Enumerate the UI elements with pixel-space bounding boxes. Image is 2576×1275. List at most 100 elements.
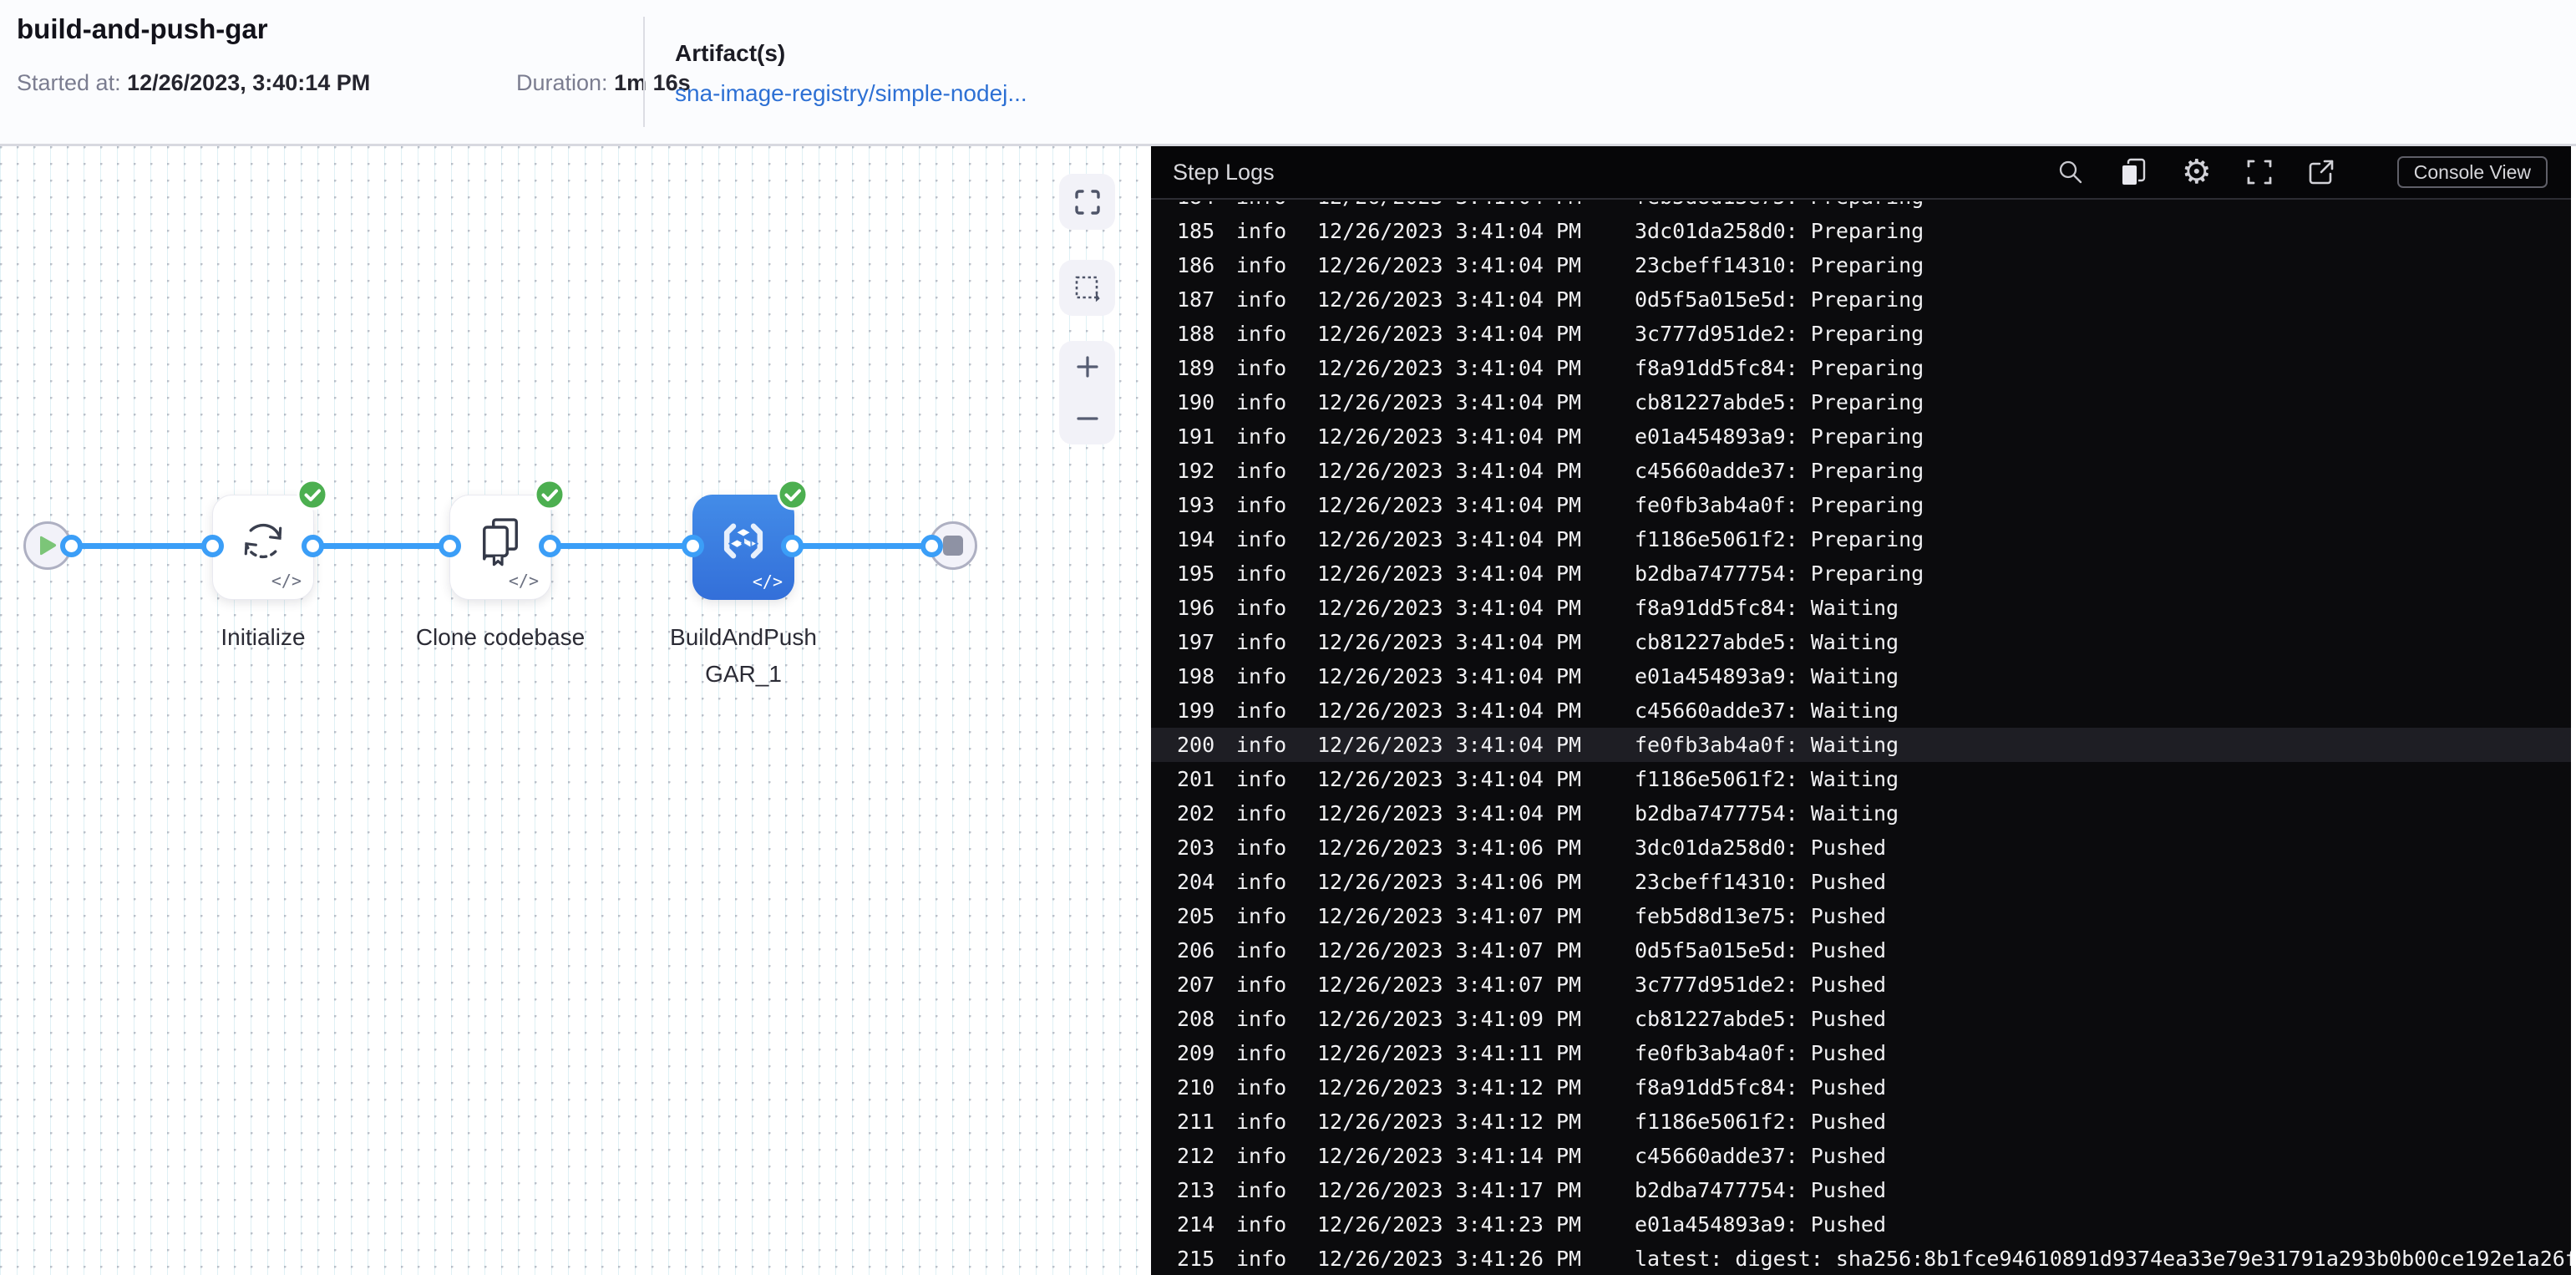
log-row[interactable]: 192 info 12/26/2023 3:41:04 PM c45660add… [1151, 454, 2571, 488]
console-view-button[interactable]: Console View [2396, 156, 2548, 188]
log-row[interactable]: 201 info 12/26/2023 3:41:04 PM f1186e506… [1151, 762, 2571, 796]
log-row[interactable]: 188 info 12/26/2023 3:41:04 PM 3c777d951… [1151, 317, 2571, 351]
log-timestamp: 12/26/2023 3:41:17 PM [1317, 1178, 1582, 1202]
log-message: f1186e5061f2: Waiting [1635, 767, 1899, 791]
log-line-number: 208 [1177, 1007, 1215, 1031]
step-node-build-and-push-gar[interactable]: </> [692, 495, 794, 600]
log-line-number: 214 [1177, 1212, 1215, 1237]
log-message: feb5d8d13e75: Preparing [1635, 201, 1924, 214]
log-row[interactable]: 214 info 12/26/2023 3:41:23 PM e01a45489… [1151, 1207, 2571, 1242]
log-row[interactable]: 204 info 12/26/2023 3:41:06 PM 23cbeff14… [1151, 865, 2571, 899]
log-row[interactable]: 215 info 12/26/2023 3:41:26 PM latest: d… [1151, 1242, 2571, 1275]
log-row[interactable]: 209 info 12/26/2023 3:41:11 PM fe0fb3ab4… [1151, 1036, 2571, 1070]
log-level: info [1236, 904, 1287, 928]
log-level: info [1236, 1041, 1287, 1065]
log-level: info [1236, 801, 1287, 825]
log-row[interactable]: 208 info 12/26/2023 3:41:09 PM cb81227ab… [1151, 1002, 2571, 1036]
settings-icon[interactable]: ⚙ [2182, 155, 2212, 189]
log-level: info [1236, 1247, 1287, 1271]
log-row[interactable]: 186 info 12/26/2023 3:41:04 PM 23cbeff14… [1151, 248, 2571, 282]
duration: Duration: 1m 16s [516, 70, 691, 96]
fit-to-screen-button[interactable] [1059, 174, 1115, 230]
log-level: info [1236, 938, 1287, 963]
log-row[interactable]: 187 info 12/26/2023 3:41:04 PM 0d5f5a015… [1151, 282, 2571, 317]
log-message: c45660adde37: Pushed [1635, 1144, 1887, 1168]
log-row[interactable]: 191 info 12/26/2023 3:41:04 PM e01a45489… [1151, 419, 2571, 454]
console-title: Step Logs [1173, 159, 1275, 185]
log-timestamp: 12/26/2023 3:41:04 PM [1317, 698, 1582, 723]
log-row[interactable]: 207 info 12/26/2023 3:41:07 PM 3c777d951… [1151, 968, 2571, 1002]
log-row[interactable]: 199 info 12/26/2023 3:41:04 PM c45660add… [1151, 693, 2571, 728]
zoom-out-icon[interactable] [1073, 404, 1102, 433]
artifact-link[interactable]: sna-image-registry/simple-nodej... [675, 80, 1027, 107]
log-row[interactable]: 194 info 12/26/2023 3:41:04 PM f1186e506… [1151, 522, 2571, 556]
marquee-select-button[interactable] [1059, 260, 1115, 316]
log-row[interactable]: 184 info 12/26/2023 3:41:04 PM feb5d8d13… [1151, 201, 2571, 214]
code-tag-icon: </> [271, 571, 302, 591]
log-message: fe0fb3ab4a0f: Waiting [1635, 733, 1899, 757]
step-node-clone-codebase[interactable]: </> [449, 495, 551, 600]
log-message: cb81227abde5: Waiting [1635, 630, 1899, 654]
log-timestamp: 12/26/2023 3:41:04 PM [1317, 527, 1582, 551]
pipeline-execution-page: build-and-push-gar Started at: 12/26/202… [0, 0, 2576, 1275]
log-row[interactable]: 211 info 12/26/2023 3:41:12 PM f1186e506… [1151, 1105, 2571, 1139]
log-timestamp: 12/26/2023 3:41:04 PM [1317, 630, 1582, 654]
log-timestamp: 12/26/2023 3:41:12 PM [1317, 1110, 1582, 1134]
log-timestamp: 12/26/2023 3:41:04 PM [1317, 253, 1582, 277]
log-level: info [1236, 253, 1287, 277]
log-message: 23cbeff14310: Preparing [1635, 253, 1924, 277]
log-row[interactable]: 189 info 12/26/2023 3:41:04 PM f8a91dd5f… [1151, 351, 2571, 385]
edge-initialize-clone [312, 543, 452, 549]
log-timestamp: 12/26/2023 3:41:04 PM [1317, 493, 1582, 517]
log-row[interactable]: 212 info 12/26/2023 3:41:14 PM c45660add… [1151, 1139, 2571, 1173]
log-row[interactable]: 185 info 12/26/2023 3:41:04 PM 3dc01da25… [1151, 214, 2571, 248]
log-level: info [1236, 1144, 1287, 1168]
log-line-number: 193 [1177, 493, 1215, 517]
open-in-new-icon[interactable] [2307, 158, 2335, 186]
log-row[interactable]: 190 info 12/26/2023 3:41:04 PM cb81227ab… [1151, 385, 2571, 419]
log-level: info [1236, 664, 1287, 688]
log-message: feb5d8d13e75: Pushed [1635, 904, 1887, 928]
log-row[interactable]: 196 info 12/26/2023 3:41:04 PM f8a91dd5f… [1151, 591, 2571, 625]
log-row[interactable]: 205 info 12/26/2023 3:41:07 PM feb5d8d13… [1151, 899, 2571, 933]
log-message: f8a91dd5fc84: Preparing [1635, 356, 1924, 380]
step-label-build-and-push-gar: BuildAndPushGAR_1 [670, 624, 817, 687]
log-row[interactable]: 206 info 12/26/2023 3:41:07 PM 0d5f5a015… [1151, 933, 2571, 968]
artifact-registry-icon [715, 512, 772, 573]
search-icon[interactable] [2056, 158, 2085, 186]
log-message: cb81227abde5: Pushed [1635, 1007, 1887, 1031]
log-row[interactable]: 193 info 12/26/2023 3:41:04 PM fe0fb3ab4… [1151, 488, 2571, 522]
log-row[interactable]: 197 info 12/26/2023 3:41:04 PM cb81227ab… [1151, 625, 2571, 659]
pipeline-canvas[interactable]: </> Initialize </> Clone codebase </> Bu… [0, 146, 1151, 1275]
log-scroll-area[interactable]: 184 info 12/26/2023 3:41:04 PM feb5d8d13… [1151, 201, 2571, 1275]
log-timestamp: 12/26/2023 3:41:04 PM [1317, 219, 1582, 243]
log-timestamp: 12/26/2023 3:41:04 PM [1317, 287, 1582, 312]
log-row[interactable]: 195 info 12/26/2023 3:41:04 PM b2dba7477… [1151, 556, 2571, 591]
success-badge [297, 479, 328, 511]
zoom-in-icon[interactable] [1073, 353, 1102, 381]
log-row[interactable]: 198 info 12/26/2023 3:41:04 PM e01a45489… [1151, 659, 2571, 693]
success-badge [777, 479, 809, 511]
log-row[interactable]: 202 info 12/26/2023 3:41:04 PM b2dba7477… [1151, 796, 2571, 831]
log-level: info [1236, 1178, 1287, 1202]
code-tag-icon: </> [752, 571, 783, 592]
fullscreen-icon[interactable] [2245, 158, 2274, 186]
log-message: fe0fb3ab4a0f: Pushed [1635, 1041, 1887, 1065]
log-rows: 184 info 12/26/2023 3:41:04 PM feb5d8d13… [1151, 201, 2571, 1275]
log-timestamp: 12/26/2023 3:41:04 PM [1317, 733, 1582, 757]
log-message: f1186e5061f2: Pushed [1635, 1110, 1887, 1134]
log-level: info [1236, 1075, 1287, 1100]
step-node-initialize[interactable]: </> [212, 495, 314, 600]
log-row[interactable]: 200 info 12/26/2023 3:41:04 PM fe0fb3ab4… [1151, 728, 2571, 762]
log-line-number: 188 [1177, 322, 1215, 346]
log-line-number: 185 [1177, 219, 1215, 243]
log-row[interactable]: 203 info 12/26/2023 3:41:06 PM 3dc01da25… [1151, 831, 2571, 865]
log-line-number: 186 [1177, 253, 1215, 277]
log-row[interactable]: 210 info 12/26/2023 3:41:12 PM f8a91dd5f… [1151, 1070, 2571, 1105]
port [920, 535, 943, 557]
copy-icon[interactable] [2118, 157, 2148, 187]
log-line-number: 197 [1177, 630, 1215, 654]
log-timestamp: 12/26/2023 3:41:09 PM [1317, 1007, 1582, 1031]
stop-icon [943, 536, 963, 556]
log-row[interactable]: 213 info 12/26/2023 3:41:17 PM b2dba7477… [1151, 1173, 2571, 1207]
